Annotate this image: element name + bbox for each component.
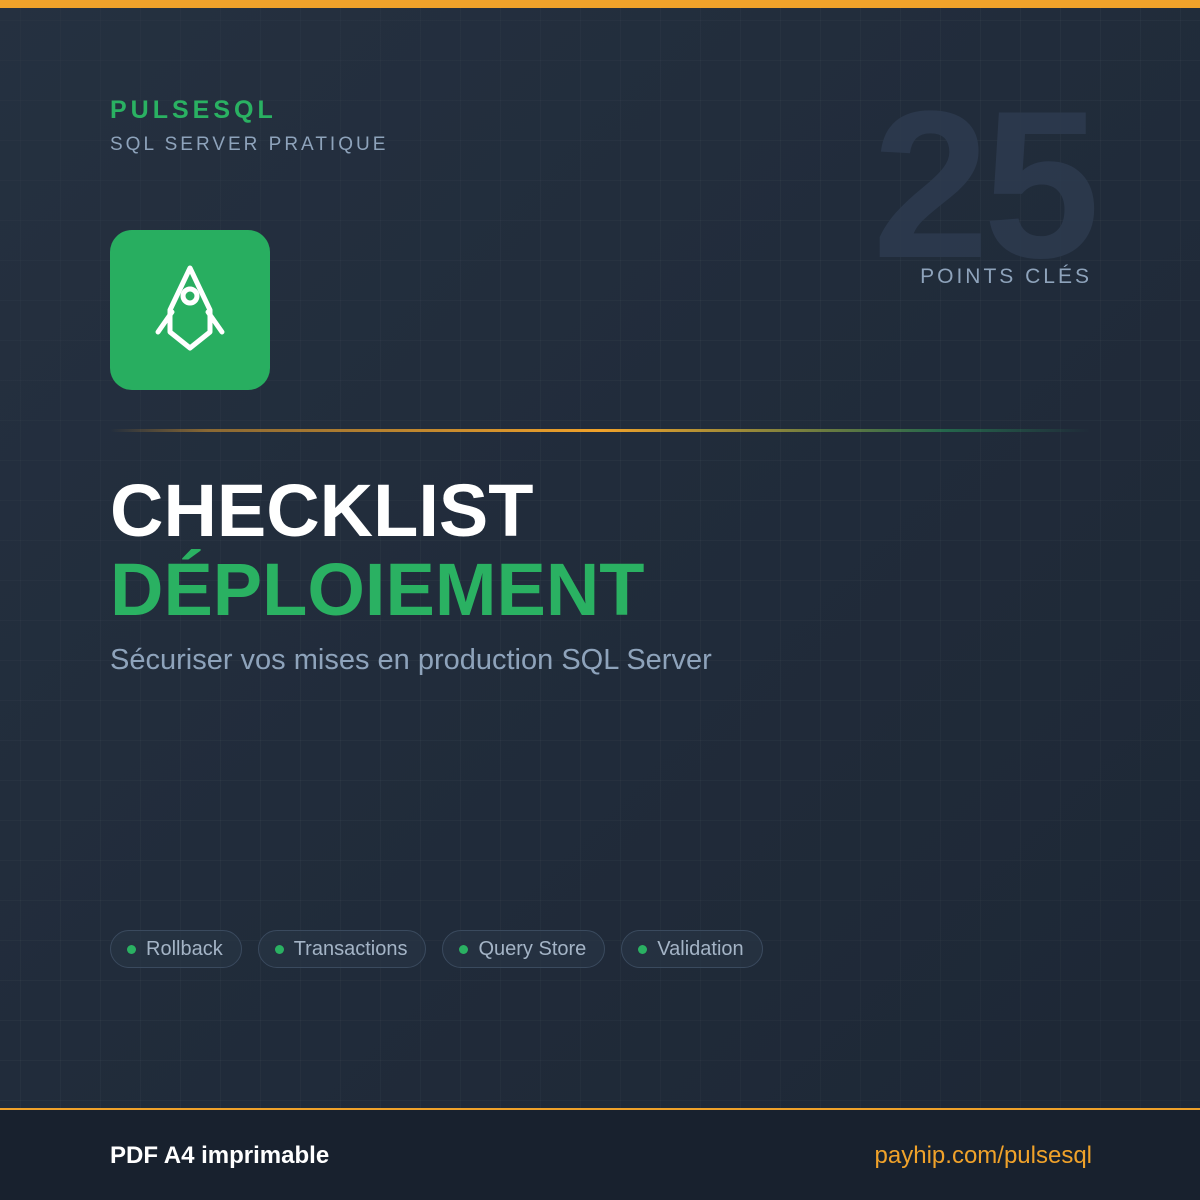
footer-bar: PDF A4 imprimable payhip.com/pulsesql	[0, 1108, 1200, 1200]
logo-tile	[110, 230, 270, 390]
points-label: POINTS CLÉS	[920, 265, 1092, 288]
tag-label: Transactions	[293, 937, 408, 960]
title-line-1: CHECKLIST	[110, 469, 534, 552]
cover-canvas: PULSESQL SQL SERVER PRATIQUE 25 POINTS C…	[0, 0, 1200, 1200]
tag-transactions: Transactions	[257, 930, 427, 968]
tag-label: Validation	[657, 937, 744, 960]
tag-rollback: Rollback	[110, 930, 242, 968]
tag-label: Rollback	[146, 937, 223, 960]
brand-name: PULSESQL	[110, 96, 277, 124]
bullet-dot-icon	[274, 944, 284, 954]
store-link[interactable]: payhip.com/pulsesql	[875, 1142, 1092, 1170]
tag-query-store: Query Store	[442, 930, 606, 968]
subtitle: Sécuriser vos mises en production SQL Se…	[110, 644, 712, 676]
bullet-dot-icon	[459, 944, 469, 954]
brand-tagline: SQL SERVER PRATIQUE	[110, 134, 389, 155]
topic-tags: Rollback Transactions Query Store Valida…	[110, 930, 763, 968]
section-divider	[110, 429, 1090, 432]
tag-validation: Validation	[621, 930, 763, 968]
tag-label: Query Store	[478, 937, 587, 960]
bullet-dot-icon	[638, 944, 648, 954]
bullet-dot-icon	[127, 944, 136, 954]
rocket-icon	[155, 265, 225, 351]
top-accent-bar	[0, 0, 1200, 8]
title-line-2: DÉPLOIEMENT	[110, 548, 645, 631]
points-count: 25	[872, 67, 1100, 302]
format-label: PDF A4 imprimable	[110, 1142, 330, 1169]
